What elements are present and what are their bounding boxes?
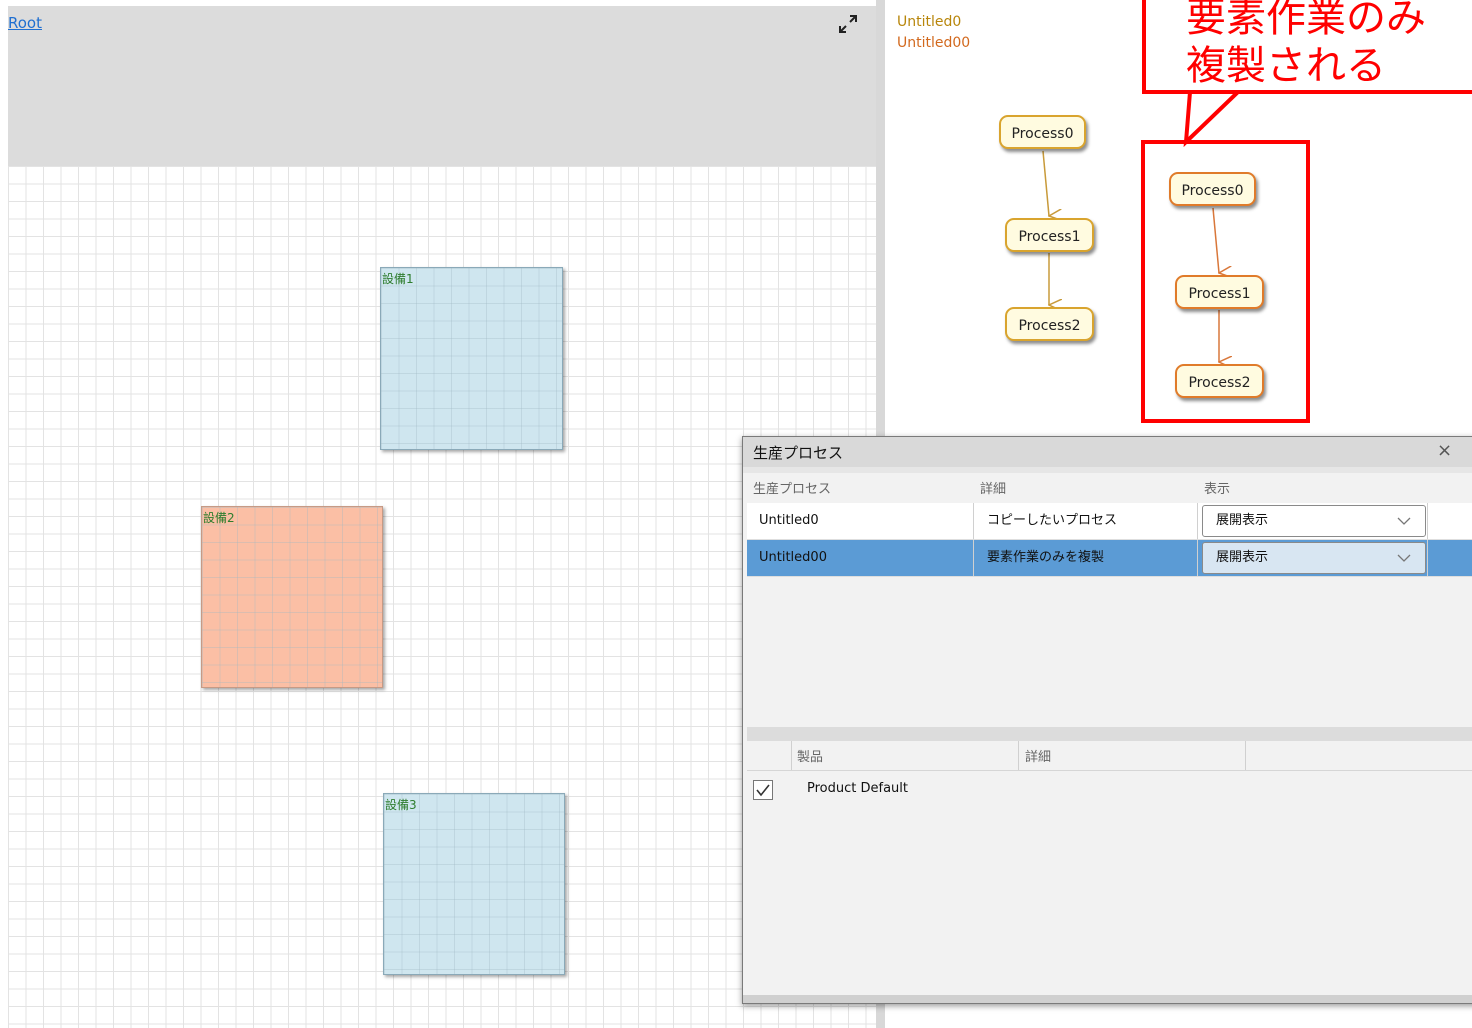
equipment-label: 設備2 <box>203 511 235 525</box>
process-detail-cell: 要素作業のみを複製 <box>987 550 1105 565</box>
column-divider <box>973 503 974 539</box>
process-table: 生産プロセス 詳細 表示 Untitled0 コピーしたいプロセス 展開表示 U… <box>747 473 1472 727</box>
process-node[interactable]: Process2 <box>1005 307 1094 341</box>
expand-icon[interactable] <box>836 12 860 36</box>
table-row-selected[interactable]: Untitled00 要素作業のみを複製 展開表示 <box>747 540 1472 577</box>
column-divider <box>973 540 974 576</box>
column-divider <box>1427 503 1428 539</box>
display-mode-dropdown[interactable]: 展開表示 <box>1202 505 1426 537</box>
table-row[interactable]: Untitled0 コピーしたいプロセス 展開表示 <box>747 503 1472 540</box>
column-header-detail[interactable]: 詳細 <box>980 473 1006 503</box>
column-header-detail[interactable]: 詳細 <box>1025 741 1051 771</box>
checkmark-icon <box>756 784 770 797</box>
annotation-text-line2: 複製される <box>1186 43 1386 89</box>
dialog-bottom-edge <box>743 995 1472 1003</box>
process-node[interactable]: Process0 <box>999 115 1086 149</box>
dialog-title: 生産プロセス <box>753 444 844 462</box>
chevron-down-icon <box>1397 517 1411 525</box>
process-detail-cell: コピーしたいプロセス <box>987 513 1118 528</box>
annotation-text-line1: 要素作業のみ <box>1186 0 1426 41</box>
column-divider <box>1427 540 1428 576</box>
process-title-copy[interactable]: Untitled00 <box>897 35 970 51</box>
column-divider <box>1197 503 1198 539</box>
close-icon[interactable]: × <box>1437 440 1452 461</box>
column-header-display[interactable]: 表示 <box>1204 473 1230 503</box>
dropdown-value: 展開表示 <box>1216 550 1269 565</box>
product-name-cell: Product Default <box>807 781 908 796</box>
dialog-splitter[interactable] <box>747 727 1472 741</box>
dialog-titlebar[interactable]: 生産プロセス × <box>743 437 1472 467</box>
equipment-block-3[interactable]: 設備3 <box>383 793 565 975</box>
annotation-callout: 要素作業のみ 複製される <box>1142 0 1472 94</box>
equipment-label: 設備3 <box>385 798 417 812</box>
product-table: 製品 詳細 Product Default <box>747 741 1472 995</box>
product-checkbox[interactable] <box>753 780 773 800</box>
canvas-header: Root <box>8 6 876 166</box>
equipment-block-1[interactable]: 設備1 <box>380 267 563 450</box>
root-breadcrumb-link[interactable]: Root <box>8 14 42 32</box>
column-divider <box>1197 540 1198 576</box>
process-node[interactable]: Process1 <box>1005 218 1094 252</box>
display-mode-dropdown[interactable]: 展開表示 <box>1202 542 1426 574</box>
process-title-original[interactable]: Untitled0 <box>897 14 961 30</box>
production-process-dialog: 生産プロセス × 生産プロセス 詳細 表示 Untitled0 コピーしたいプロ… <box>742 436 1472 1004</box>
process-name-cell: Untitled00 <box>759 550 827 565</box>
chevron-down-icon <box>1397 554 1411 562</box>
equipment-label: 設備1 <box>382 272 414 286</box>
dropdown-value: 展開表示 <box>1216 513 1269 528</box>
column-header-product[interactable]: 製品 <box>797 741 823 771</box>
process-name-cell: Untitled0 <box>759 513 819 528</box>
equipment-block-2[interactable]: 設備2 <box>201 506 383 688</box>
annotation-highlight-box <box>1141 140 1310 423</box>
column-header-process[interactable]: 生産プロセス <box>753 473 831 503</box>
table-row[interactable]: Product Default <box>747 771 1472 807</box>
